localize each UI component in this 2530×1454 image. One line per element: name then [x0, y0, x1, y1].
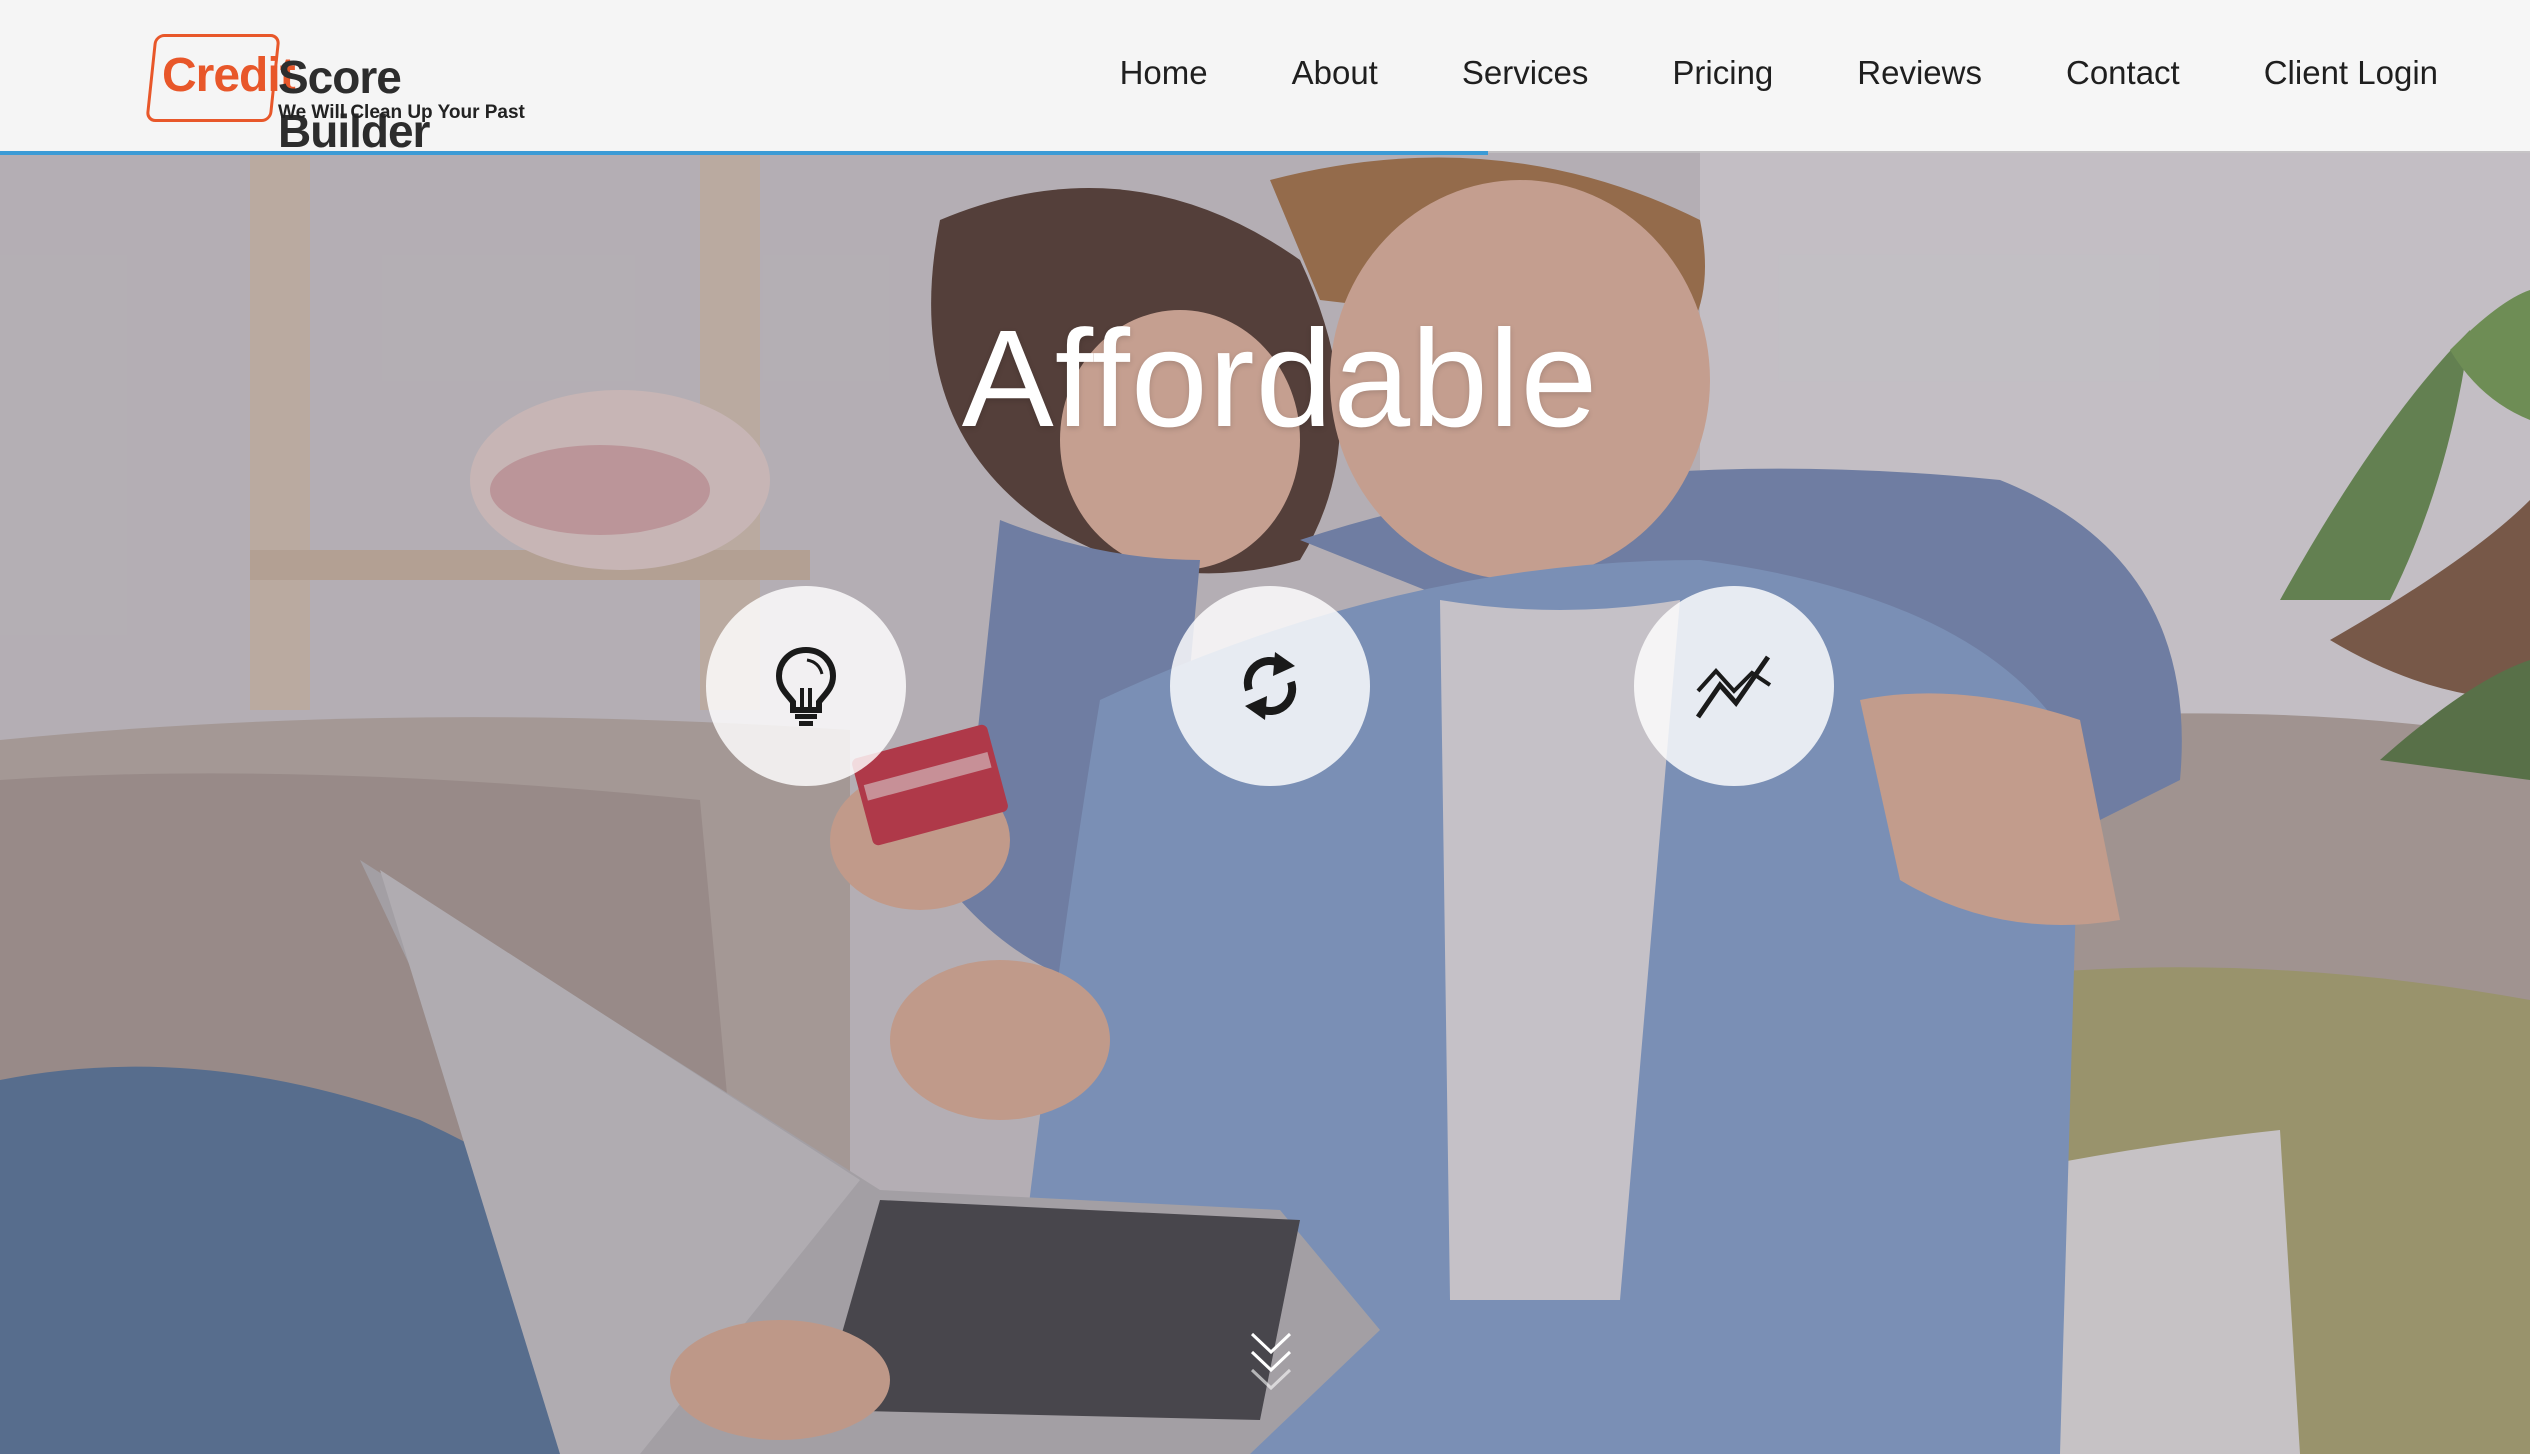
- double-chevron-down-icon: [1250, 1332, 1292, 1391]
- feature-refresh[interactable]: [1170, 586, 1370, 786]
- site-logo[interactable]: Credit Score Builder We Will Clean Up Yo…: [145, 34, 525, 157]
- main-nav: Home About Services Pricing Reviews Cont…: [1036, 50, 2438, 96]
- logo-tagline: We Will Clean Up Your Past: [278, 102, 525, 123]
- header-divider: [1488, 151, 2530, 153]
- lightbulb-icon: [775, 646, 837, 726]
- nav-about[interactable]: About: [1292, 50, 1378, 96]
- header-progress-line: [0, 151, 1488, 155]
- logo-credit-text: Credit: [162, 49, 296, 102]
- feature-trend[interactable]: [1634, 586, 1834, 786]
- feature-idea[interactable]: [706, 586, 906, 786]
- nav-services[interactable]: Services: [1462, 50, 1589, 96]
- nav-pricing[interactable]: Pricing: [1672, 50, 1773, 96]
- nav-contact[interactable]: Contact: [2066, 50, 2180, 96]
- refresh-icon: [1243, 652, 1297, 720]
- site-header: Credit Score Builder We Will Clean Up Yo…: [0, 0, 2530, 157]
- nav-reviews[interactable]: Reviews: [1857, 50, 1982, 96]
- scroll-down-button[interactable]: [1246, 1330, 1296, 1398]
- nav-home[interactable]: Home: [1120, 50, 1208, 96]
- hero-title: Affordable: [961, 302, 1599, 456]
- trend-chart-icon: [1695, 655, 1772, 719]
- nav-client-login[interactable]: Client Login: [2264, 50, 2438, 96]
